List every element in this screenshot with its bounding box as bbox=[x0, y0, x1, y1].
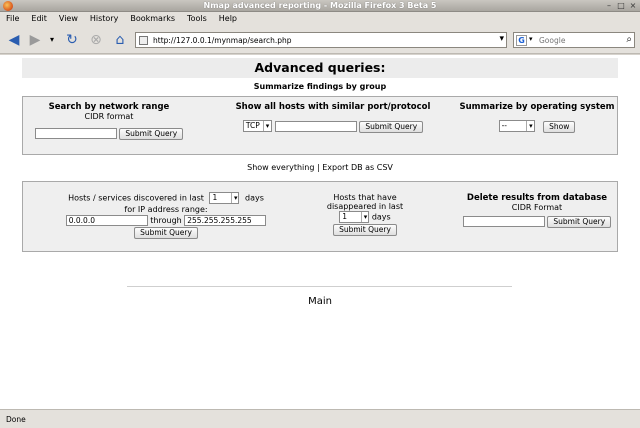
divider bbox=[127, 286, 512, 287]
discovery-days-label: days bbox=[245, 193, 264, 203]
navigation-toolbar: ◀ ▶ ▾ ↻ ⊗ ⌂ ▾ G ▾ ⌕ bbox=[0, 26, 640, 54]
history-dropdown-icon[interactable]: ▾ bbox=[47, 31, 57, 49]
menu-tools[interactable]: Tools bbox=[187, 12, 213, 26]
port-protocol-column: Show all hosts with similar port/protoco… bbox=[221, 102, 445, 133]
os-select[interactable]: -- ▾ bbox=[498, 120, 535, 132]
discovery-days-select[interactable]: 1 ▾ bbox=[209, 192, 240, 204]
discovery-box: Hosts / services discovered in last 1 ▾ d… bbox=[22, 181, 618, 252]
delete-results-subtitle: CIDR Format bbox=[511, 203, 563, 212]
disappeared-days-select[interactable]: 1 ▾ bbox=[339, 211, 370, 223]
back-icon[interactable]: ◀ bbox=[6, 31, 22, 49]
url-dropdown-icon[interactable]: ▾ bbox=[499, 34, 504, 44]
menu-bar: File Edit View History Bookmarks Tools H… bbox=[0, 12, 640, 26]
protocol-select-value: TCP bbox=[245, 121, 260, 130]
discovery-column: Hosts / services discovered in last 1 ▾ d… bbox=[63, 192, 269, 239]
discovery-days-value: 1 bbox=[212, 193, 218, 202]
chevron-down-icon: ▾ bbox=[360, 212, 367, 222]
os-select-value: -- bbox=[501, 121, 508, 130]
page-content: Advanced queries: Summarize findings by … bbox=[0, 55, 640, 409]
export-links: Show everything | Export DB as CSV bbox=[0, 163, 640, 172]
chevron-down-icon: ▾ bbox=[262, 121, 269, 131]
network-range-input[interactable] bbox=[34, 128, 117, 139]
window-titlebar: Nmap advanced reporting - Mozilla Firefo… bbox=[0, 0, 640, 12]
section-subtitle: Summarize findings by group bbox=[253, 82, 387, 91]
ip-range-label: for IP address range: bbox=[124, 205, 208, 214]
forward-icon[interactable]: ▶ bbox=[28, 31, 42, 49]
disappeared-days-value: 1 bbox=[342, 212, 348, 221]
close-icon[interactable]: × bbox=[628, 1, 638, 11]
network-range-subtitle: CIDR format bbox=[84, 112, 134, 121]
chevron-down-icon: ▾ bbox=[230, 193, 237, 203]
show-everything-link[interactable]: Show everything bbox=[247, 163, 314, 172]
page-favicon-icon bbox=[139, 36, 148, 45]
disappeared-label-line1: Hosts that have bbox=[333, 193, 397, 202]
ip-from-input[interactable] bbox=[65, 215, 148, 226]
window-title: Nmap advanced reporting - Mozilla Firefo… bbox=[203, 1, 437, 10]
port-input[interactable] bbox=[274, 120, 357, 132]
discovery-label: Hosts / services discovered in last bbox=[68, 193, 204, 203]
network-range-title: Search by network range bbox=[48, 102, 170, 112]
menu-history[interactable]: History bbox=[90, 12, 124, 26]
disappeared-days-label: days bbox=[371, 212, 391, 222]
delete-results-title: Delete results from database bbox=[466, 193, 608, 203]
home-icon[interactable]: ⌂ bbox=[112, 31, 128, 49]
os-summary-title: Summarize by operating system bbox=[459, 102, 615, 112]
main-link[interactable]: Main bbox=[0, 296, 640, 307]
status-text: Done bbox=[6, 415, 26, 424]
disappeared-submit-button[interactable]: Submit Query bbox=[333, 224, 397, 236]
menu-help[interactable]: Help bbox=[219, 12, 243, 26]
url-bar[interactable]: ▾ bbox=[135, 32, 507, 48]
os-summary-column: Summarize by operating system -- ▾ Show bbox=[437, 102, 637, 133]
protocol-select[interactable]: TCP ▾ bbox=[242, 120, 273, 132]
network-range-column: Search by network range CIDR format Subm… bbox=[23, 102, 195, 140]
reload-icon[interactable]: ↻ bbox=[64, 31, 80, 49]
group-summary-box: Search by network range CIDR format Subm… bbox=[22, 96, 618, 155]
maximize-icon[interactable]: □ bbox=[616, 1, 626, 11]
google-engine-icon[interactable]: G bbox=[516, 35, 527, 46]
port-submit-button[interactable]: Submit Query bbox=[359, 120, 424, 133]
delete-results-column: Delete results from database CIDR Format… bbox=[437, 193, 637, 228]
minimize-icon[interactable]: – bbox=[604, 1, 614, 11]
export-csv-link[interactable]: Export DB as CSV bbox=[322, 163, 393, 172]
engine-dropdown-icon[interactable]: ▾ bbox=[529, 35, 533, 43]
menu-file[interactable]: File bbox=[6, 12, 25, 26]
search-icon[interactable]: ⌕ bbox=[626, 34, 632, 45]
search-input[interactable] bbox=[539, 34, 619, 46]
menu-edit[interactable]: Edit bbox=[31, 12, 53, 26]
through-label: through bbox=[150, 216, 182, 225]
network-range-submit-button[interactable]: Submit Query bbox=[119, 128, 184, 140]
stop-icon[interactable]: ⊗ bbox=[88, 31, 104, 49]
page-title: Advanced queries: bbox=[22, 58, 618, 78]
link-separator: | bbox=[316, 163, 320, 172]
chevron-down-icon: ▾ bbox=[526, 121, 533, 131]
port-protocol-title: Show all hosts with similar port/protoco… bbox=[235, 102, 431, 112]
search-bar[interactable]: G ▾ ⌕ bbox=[513, 32, 635, 48]
disappeared-column: Hosts that have disappeared in last 1 ▾ d… bbox=[313, 193, 417, 236]
url-input[interactable] bbox=[153, 34, 483, 46]
os-show-button[interactable]: Show bbox=[543, 120, 576, 133]
menu-bookmarks[interactable]: Bookmarks bbox=[130, 12, 181, 26]
disappeared-label-line2: disappeared in last bbox=[326, 202, 404, 211]
discovery-submit-button[interactable]: Submit Query bbox=[134, 227, 198, 239]
delete-submit-button[interactable]: Submit Query bbox=[547, 216, 612, 228]
menu-view[interactable]: View bbox=[59, 12, 84, 26]
ip-to-input[interactable] bbox=[184, 215, 267, 226]
delete-cidr-input[interactable] bbox=[462, 216, 545, 227]
status-bar: Done bbox=[0, 409, 640, 428]
